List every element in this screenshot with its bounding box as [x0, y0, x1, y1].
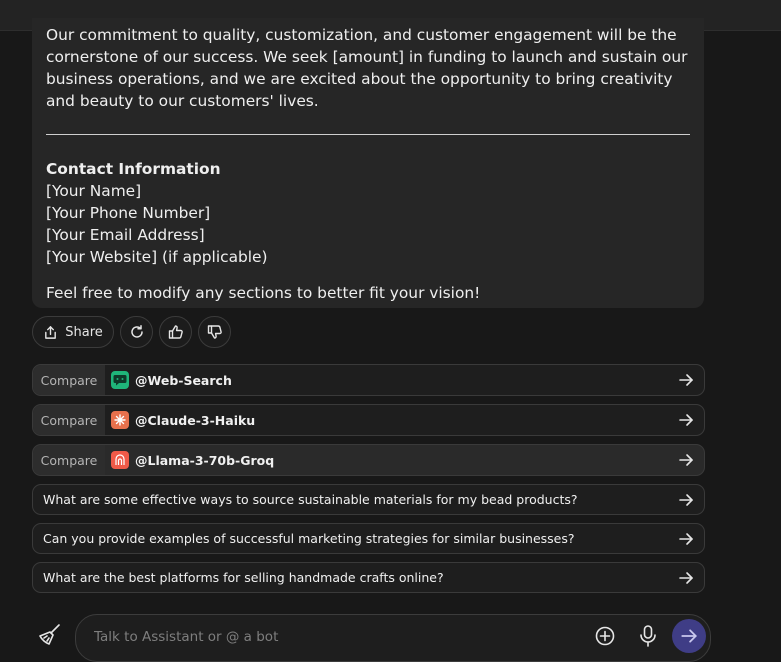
share-label: Share: [65, 324, 103, 340]
web-search-bot-icon: [111, 371, 129, 389]
composer-area: [0, 600, 781, 662]
arrow-right-icon: [679, 414, 693, 426]
question-text: What are some effective ways to source s…: [43, 492, 578, 507]
share-icon: [45, 325, 57, 339]
bot-web-search: @Web-Search: [105, 371, 232, 389]
compare-row-llama[interactable]: Compare @Llama-3-70b-Groq: [32, 444, 705, 476]
arrow-right-icon: [679, 532, 693, 545]
contact-title: Contact Information: [46, 160, 221, 178]
bot-name: @Web-Search: [135, 372, 232, 388]
microphone-icon[interactable]: [637, 624, 659, 648]
send-button[interactable]: [672, 619, 706, 653]
contact-line-phone: [Your Phone Number]: [46, 204, 211, 222]
claude-bot-icon: [111, 411, 129, 429]
thumbs-down-button[interactable]: [198, 316, 231, 348]
contact-line-website: [Your Website] (if applicable): [46, 248, 268, 266]
closing-text: Feel free to modify any sections to bett…: [46, 284, 481, 302]
arrow-right-icon: [679, 571, 693, 584]
divider: [46, 134, 690, 135]
share-button[interactable]: Share: [32, 316, 114, 348]
contact-line-name: [Your Name]: [46, 182, 142, 200]
thumbs-down-icon: [207, 325, 222, 339]
compare-label: Compare: [33, 405, 105, 435]
bot-name: @Claude-3-Haiku: [135, 412, 256, 428]
thumbs-up-icon: [168, 325, 183, 339]
compare-row-web-search[interactable]: Compare @Web-Search: [32, 364, 705, 396]
compare-label: Compare: [33, 365, 105, 395]
llama-bot-icon: [111, 451, 129, 469]
broom-icon[interactable]: [38, 622, 62, 646]
question-text: What are the best platforms for selling …: [43, 570, 444, 585]
suggested-question[interactable]: Can you provide examples of successful m…: [32, 523, 705, 554]
retry-button[interactable]: [120, 316, 153, 348]
suggested-question[interactable]: What are some effective ways to source s…: [32, 484, 705, 515]
compare-label: Compare: [33, 445, 105, 475]
refresh-icon: [130, 325, 143, 338]
arrow-right-icon: [679, 493, 693, 506]
arrow-right-icon: [679, 454, 693, 466]
assistant-message: Our commitment to quality, customization…: [32, 18, 704, 308]
bot-llama: @Llama-3-70b-Groq: [105, 451, 274, 469]
suggestions: Compare @Web-Search Compare @Claude-3-Ha…: [32, 364, 705, 601]
message-paragraph: Our commitment to quality, customization…: [46, 26, 688, 110]
contact-line-email: [Your Email Address]: [46, 226, 205, 244]
arrow-right-icon: [679, 374, 693, 386]
add-attachment-icon[interactable]: [594, 625, 616, 647]
thumbs-up-button[interactable]: [159, 316, 192, 348]
message-input[interactable]: [92, 625, 576, 649]
send-arrow-icon: [681, 629, 697, 643]
question-text: Can you provide examples of successful m…: [43, 531, 575, 546]
bot-name: @Llama-3-70b-Groq: [135, 452, 275, 468]
compare-row-claude[interactable]: Compare @Claude-3-Haiku: [32, 404, 705, 436]
suggested-question[interactable]: What are the best platforms for selling …: [32, 562, 705, 593]
bot-claude: @Claude-3-Haiku: [105, 411, 255, 429]
message-actions: Share: [32, 316, 231, 350]
